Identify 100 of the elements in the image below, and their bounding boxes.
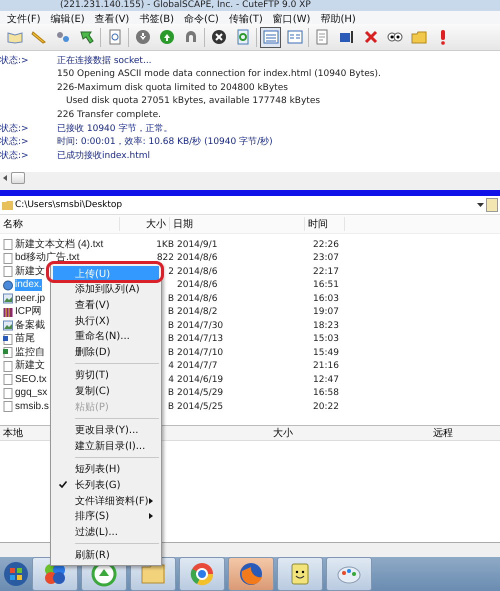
spreadsheet-icon (3, 347, 13, 358)
column-header[interactable]: 大小 (270, 426, 293, 440)
file-name[interactable]: SEO.tx (15, 374, 47, 386)
menu-item[interactable]: 查看(V) (53, 297, 159, 313)
file-size: B (166, 306, 174, 318)
log-message: 226-Maximum disk quota limited to 204800 kBytes (57, 82, 288, 93)
taskbar-button[interactable] (179, 557, 225, 591)
scroll-left-icon[interactable] (3, 175, 8, 181)
file-size: B (166, 292, 174, 305)
menu-item[interactable]: 文件详细资料(F) (53, 492, 159, 508)
file-time: 22:26 (312, 238, 340, 251)
file-time: 20:22 (312, 400, 340, 413)
column-header[interactable]: 时间 (305, 217, 345, 231)
column-header[interactable]: 日期 (170, 217, 305, 231)
menu-item[interactable]: 执行(X) (53, 312, 159, 328)
window-title: (221.231.140.155) - GlobalSCAPE, Inc. - CuteFTP 9.0 XP (60, 0, 311, 11)
menu-item[interactable]: 窗口(W) (268, 11, 316, 24)
scroll-thumb[interactable] (11, 172, 25, 184)
file-size: 2 (167, 266, 174, 278)
column-header[interactable]: 大小 (120, 217, 170, 231)
file-name[interactable]: bd移动广告.txt (15, 252, 80, 264)
log-label: 状态:> (0, 54, 30, 68)
file-size: B (166, 400, 174, 413)
web-page-icon (3, 280, 13, 291)
file-name[interactable]: peer.jp (15, 292, 46, 305)
menu-item[interactable]: 删除(D) (53, 344, 159, 360)
file-time: 19:07 (312, 306, 340, 318)
fox-globe-icon[interactable] (238, 561, 264, 587)
toolbar-button[interactable] (260, 26, 281, 48)
menu-item[interactable]: 命令(C) (179, 11, 224, 24)
log-label: 状态:> (0, 136, 30, 148)
menu-item[interactable]: 长列表(G) (53, 477, 159, 493)
edit-icon (314, 29, 330, 45)
file-time: 22:17 (312, 266, 340, 278)
file-name[interactable]: 新建文 (15, 266, 45, 278)
file-name[interactable]: 监控自 (15, 346, 45, 359)
text-file-icon (3, 252, 13, 264)
path-field[interactable]: C:\Users\smsbi\Desktop (15, 200, 475, 210)
download-icon (134, 29, 150, 45)
image-file-icon (3, 293, 13, 304)
chrome-icon[interactable] (189, 561, 215, 587)
taskbar-button[interactable] (326, 557, 372, 591)
file-name[interactable]: 新建文本文档 (4).txt (15, 238, 104, 251)
file-date: 2014/7/30 (176, 320, 224, 332)
stop-icon (210, 29, 226, 45)
menu-item[interactable]: 建立新目录(I)... (53, 438, 159, 454)
menu-item[interactable]: 过滤(L)... (53, 524, 159, 540)
menu-item[interactable]: 添加到队列(A) (53, 282, 159, 298)
menu-item[interactable]: 重命名(N)... (53, 328, 159, 344)
file-date: 2014/5/25 (176, 400, 224, 413)
file-date: 2014/7/7 (176, 360, 218, 372)
menu-item[interactable]: 刷新(R) (53, 548, 159, 564)
menu-item[interactable]: 复制(C) (53, 383, 159, 399)
text-file-icon (3, 266, 13, 278)
file-time: 15:03 (312, 333, 340, 346)
menu-item[interactable]: 更改目录(Y)... (53, 422, 159, 438)
dropdown-caret-icon[interactable] (477, 203, 484, 207)
menu-item[interactable]: 查看(V) (90, 11, 134, 24)
detail-view-icon (286, 29, 302, 45)
colored-circles-icon[interactable] (42, 561, 68, 587)
menu-item[interactable]: 文件(F) (2, 11, 46, 24)
taskbar-button[interactable] (228, 557, 274, 591)
file-date: 2014/7/13 (176, 333, 224, 346)
menu-item[interactable]: 帮助(H) (315, 11, 361, 24)
file-date: 2014/8/6 (176, 252, 218, 264)
file-size: B (166, 333, 174, 346)
file-name[interactable]: ICP网 (15, 306, 42, 318)
path-bar[interactable]: C:\Users\smsbi\Desktop (0, 196, 500, 215)
file-name[interactable]: ggq_sx (15, 387, 48, 400)
file-name[interactable]: smsib.s (15, 400, 49, 413)
file-time: 21:16 (312, 360, 340, 372)
file-date: 2014/8/2 (176, 306, 218, 318)
file-size: B (166, 387, 174, 400)
menu-item[interactable]: 剪切(T) (53, 368, 159, 384)
column-header[interactable]: 远程 (430, 426, 453, 440)
text-file-icon (3, 239, 13, 250)
menu-item[interactable]: 书签(B) (134, 11, 180, 24)
file-time: 15:49 (312, 346, 340, 359)
file-name[interactable]: 备案截 (15, 320, 45, 332)
menu-item[interactable]: 传输(T) (224, 11, 268, 24)
file-date: 2014/8/6 (176, 266, 218, 278)
delete-icon (362, 29, 378, 45)
column-header[interactable]: 本地 (0, 426, 23, 440)
file-name[interactable]: 苗尾 (15, 333, 35, 346)
menu-item[interactable]: 编辑(E) (46, 11, 90, 24)
file-date: 2014/8/6 (176, 279, 218, 292)
text-file-icon (3, 374, 13, 386)
file-name[interactable]: 新建文 (15, 360, 45, 372)
file-time: 12:47 (312, 374, 340, 386)
image-file-icon (3, 320, 13, 332)
file-time: 16:03 (312, 292, 340, 305)
column-header[interactable]: 名称 (0, 217, 120, 231)
folder-icon (410, 29, 426, 45)
menu-item[interactable]: 排序(S) (53, 508, 159, 524)
start-button-icon[interactable] (3, 561, 29, 587)
menu-item[interactable]: 短列表(H) (53, 462, 159, 478)
file-time: 16:58 (312, 387, 340, 400)
log-message: Used disk quota 27051 kBytes, available 177748 kBytes (65, 96, 320, 106)
file-date: 2014/8/6 (176, 292, 218, 305)
log-message: 150 Opening ASCII mode data connection for index.html (10940 Bytes). (57, 69, 381, 80)
